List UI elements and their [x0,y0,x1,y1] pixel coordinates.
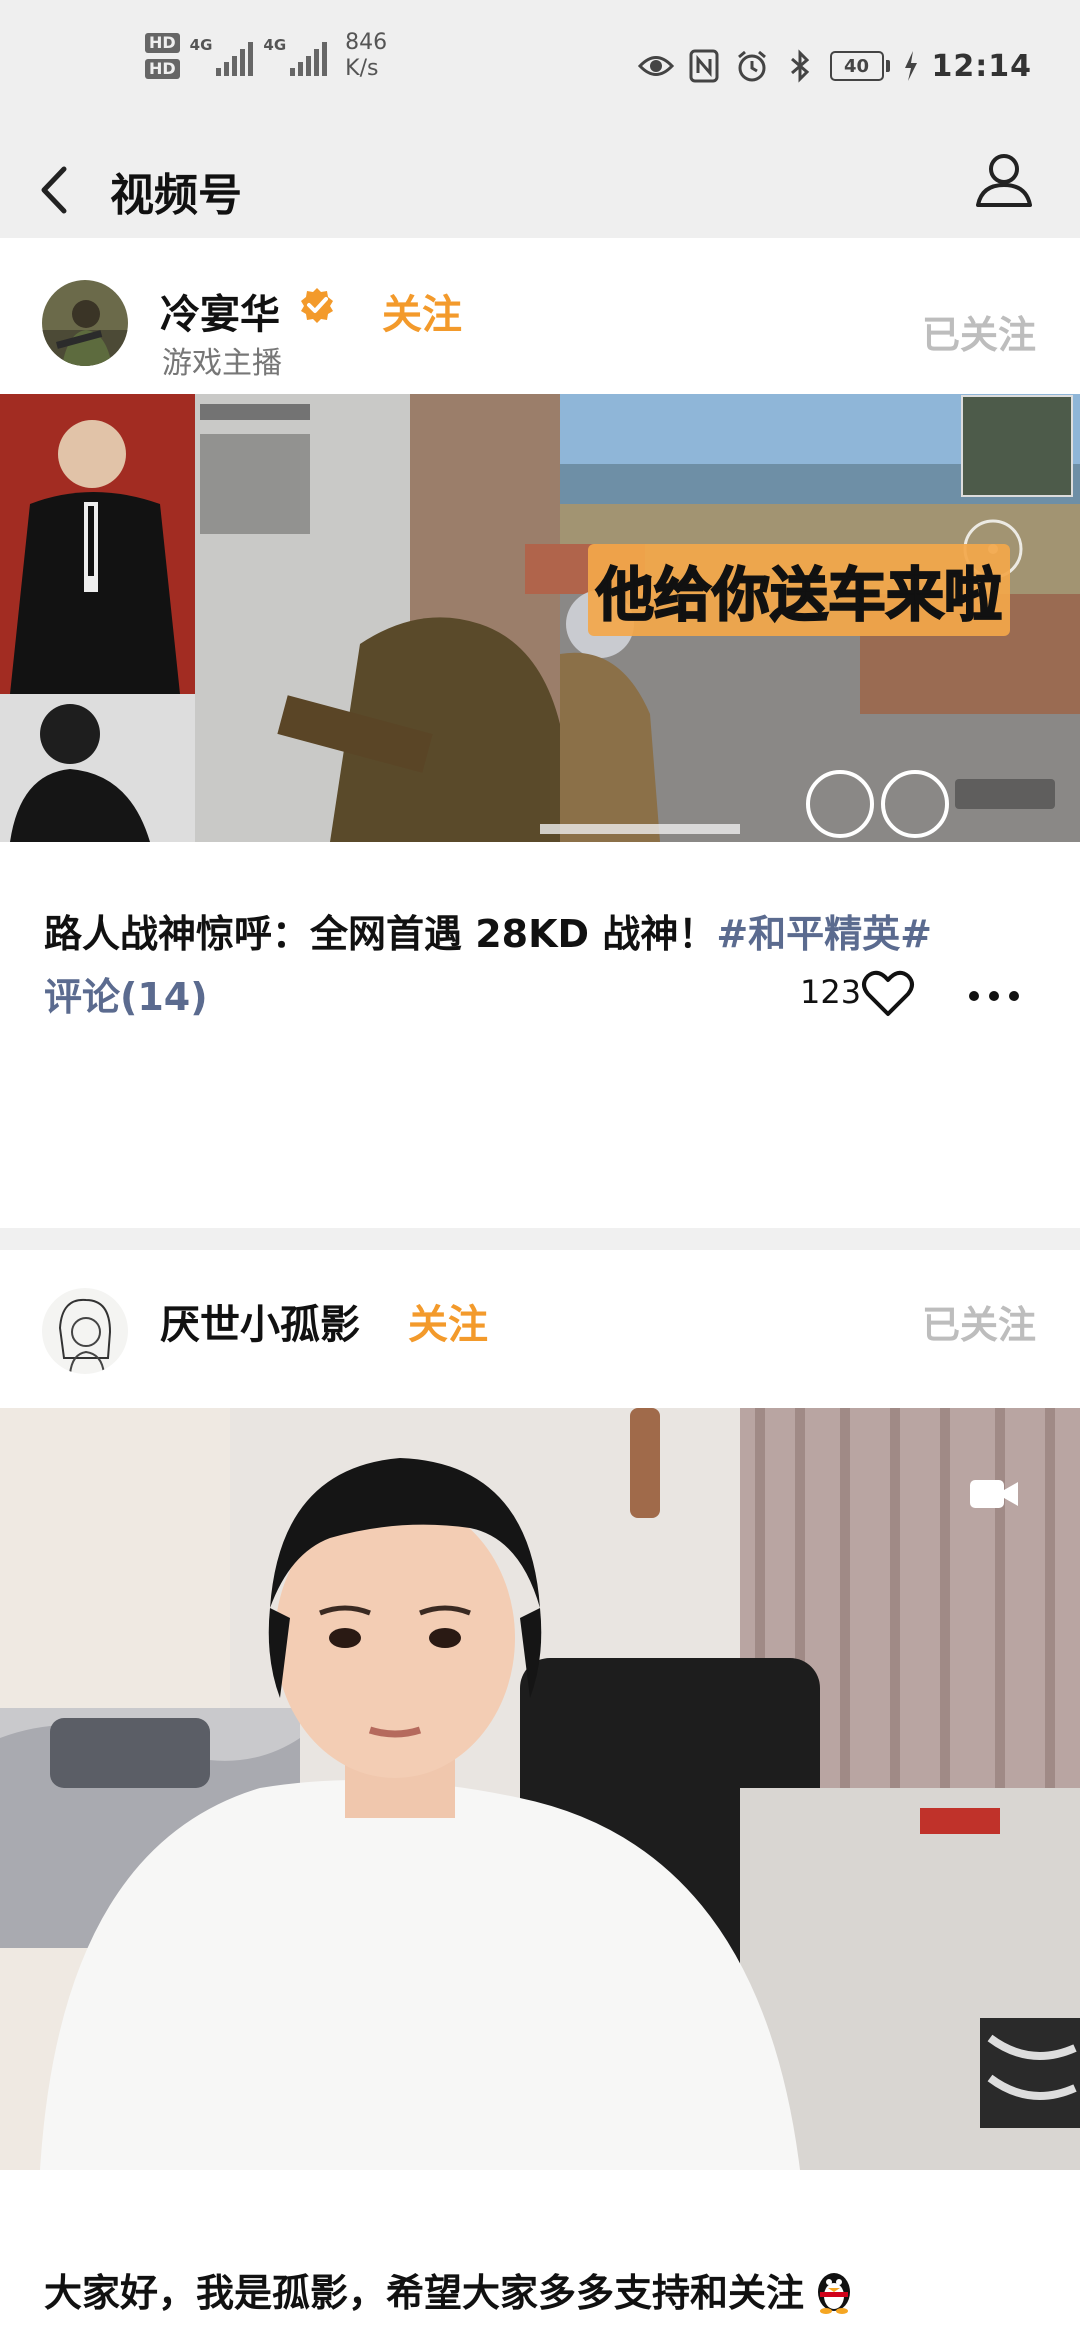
eye-comfort-icon [637,48,674,84]
sim1-signal: 4G [190,36,254,76]
clock: 12:14 [931,48,1032,84]
post-header: 冷宴华 关注 游戏主播 已关注 [0,238,1080,394]
page-title: 视频号 [110,170,242,221]
sim2-network-label: 4G [263,36,287,54]
feed-post: 冷宴华 关注 游戏主播 已关注 他给你送车来啦 路人战神惊呼：全网首遇 28KD… [0,238,1080,1228]
profile-icon[interactable] [972,147,1036,211]
video-thumbnail[interactable]: 走位鬼魂 枪法如神 他给你送车来啦 [0,394,1080,842]
sim2-signal: 4G [263,36,328,76]
hd-indicators: HD HD [145,33,180,79]
nav-bar: 视频号 [0,135,1080,238]
comments-link[interactable]: 评论(14) [44,966,208,1021]
signal-bars-icon [290,40,328,76]
follow-button[interactable]: 关注 [382,282,462,340]
sim1-network-label: 4G [189,36,213,54]
status-bar: HD HD 4G 4G 846 K/s 40 12:14 [0,0,1080,135]
speed-value: 846 [345,30,388,55]
network-speed: 846 K/s [345,30,387,82]
like-count: 123 [800,973,862,1011]
penguin-emoji-icon [810,2266,858,2314]
hd2-badge: HD [145,59,180,79]
caption-text: 路人战神惊呼：全网首遇 28KD 战神！ [44,912,717,956]
battery-icon: 40 [829,51,890,81]
back-icon[interactable] [36,165,72,215]
heart-icon[interactable] [860,968,916,1018]
author-name[interactable]: 冷宴华 [160,282,280,340]
post-header: 厌世小孤影 关注 已关注 [0,1250,1080,1406]
caption-text: 大家好，我是孤影，希望大家多多支持和关注 [44,2271,805,2315]
followed-status-button[interactable]: 已关注 [922,1294,1036,1349]
speed-unit: K/s [345,56,379,81]
post-divider [0,1228,1080,1250]
battery-level: 40 [829,51,884,81]
feed-post: 厌世小孤影 关注 已关注 大家好，我是孤影，希望大家多多支持和关注 [0,1250,1080,2340]
avatar[interactable] [42,1288,128,1374]
alarm-icon [734,48,770,84]
verified-badge-icon [298,286,336,324]
video-overlay-text: 他给你送车来啦 [588,544,1011,636]
post-caption: 路人战神惊呼：全网首遇 28KD 战神！#和平精英# [44,903,932,958]
status-right: 40 12:14 [637,48,1033,84]
avatar[interactable] [42,280,128,366]
post-caption: 大家好，我是孤影，希望大家多多支持和关注 [44,2262,858,2317]
video-camera-icon [968,1476,1020,1512]
more-options-icon[interactable] [964,986,1024,1006]
hd1-badge: HD [145,33,180,53]
status-left: HD HD 4G 4G 846 K/s [145,30,387,82]
hashtag-link[interactable]: #和平精英# [716,912,932,956]
followed-status-button[interactable]: 已关注 [922,304,1036,359]
follow-button[interactable]: 关注 [408,1292,488,1350]
author-name[interactable]: 厌世小孤影 [160,1292,360,1350]
video-thumbnail[interactable] [0,1408,1080,2170]
charging-icon [902,48,920,84]
nfc-icon [686,48,722,84]
author-subtitle: 游戏主播 [162,346,282,381]
bluetooth-icon [782,48,818,84]
signal-bars-icon [216,40,254,76]
